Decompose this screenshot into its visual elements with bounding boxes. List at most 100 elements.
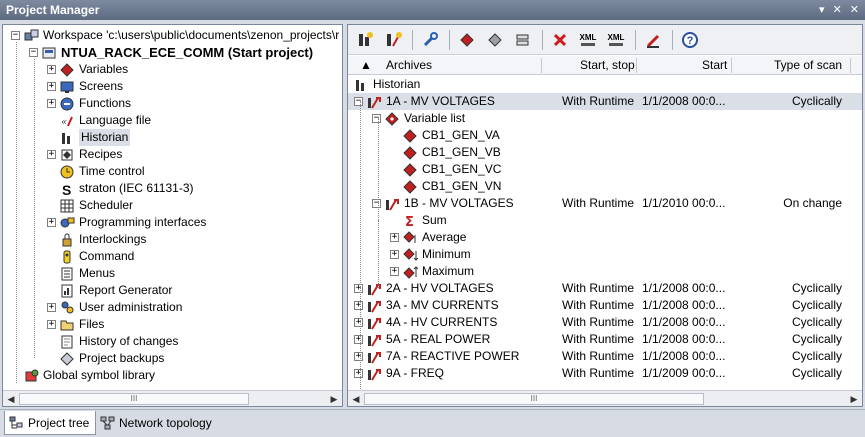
table-row[interactable]: − 1A - MV VOLTAGES With Runtime 1/1/2008 00… xyxy=(348,93,862,110)
tree-item-time-control[interactable]: Time control xyxy=(47,163,145,180)
collapse-toggle[interactable]: − xyxy=(11,31,20,40)
tab-network-topology-label: Network topology xyxy=(119,416,212,430)
tree-item-report-generator[interactable]: Report Generator xyxy=(47,282,172,299)
user-administration-icon xyxy=(60,301,75,315)
expand-toggle[interactable]: + xyxy=(354,301,363,310)
table-row[interactable]: − Variable list xyxy=(348,110,862,127)
archive-name: CB1_GEN_VA xyxy=(422,128,500,142)
xml-export-icon[interactable]: XML xyxy=(577,29,599,51)
expand-toggle[interactable]: + xyxy=(47,218,56,227)
tree-item-functions[interactable]: + Functions xyxy=(47,95,131,112)
table-row[interactable]: − 1B - MV VOLTAGES With Runtime 1/1/2010 00… xyxy=(348,195,862,212)
column-archives[interactable]: Archives xyxy=(386,56,432,75)
expand-toggle[interactable]: + xyxy=(390,267,399,276)
scroll-left-icon[interactable]: ◀ xyxy=(3,391,19,407)
table-row[interactable]: +5A - REAL POWER With Runtime 1/1/2008 00:… xyxy=(348,331,862,348)
scroll-thumb[interactable]: III xyxy=(19,392,249,405)
tree-item-screens[interactable]: + Screens xyxy=(47,78,123,95)
expand-toggle[interactable]: + xyxy=(354,335,363,344)
workspace-node[interactable]: − Workspace 'c:\users\public\documents\z… xyxy=(11,27,339,44)
expand-toggle[interactable]: + xyxy=(354,318,363,327)
collapse-toggle[interactable]: − xyxy=(372,114,381,123)
tree-item-command[interactable]: Command xyxy=(47,248,134,265)
scroll-right-icon[interactable]: ▶ xyxy=(326,391,342,407)
xml-import-icon[interactable]: XML xyxy=(605,29,627,51)
new-archive-icon[interactable] xyxy=(354,29,376,51)
tree-item-straton[interactable]: Sstraton (IEC 61131-3) xyxy=(47,180,194,197)
table-row[interactable]: + Minimum xyxy=(348,246,862,263)
expand-toggle[interactable]: + xyxy=(47,82,56,91)
table-row[interactable]: +2A - HV VOLTAGES With Runtime 1/1/2008 00… xyxy=(348,280,862,297)
tree-item-interlockings[interactable]: Interlockings xyxy=(47,231,146,248)
tab-project-tree[interactable]: Project tree xyxy=(4,411,97,435)
menus-icon xyxy=(60,267,75,281)
expand-toggle[interactable]: + xyxy=(47,320,56,329)
expand-toggle[interactable]: + xyxy=(390,250,399,259)
new-sub-archive-icon[interactable] xyxy=(382,29,404,51)
tree-item-historian[interactable]: Historian xyxy=(47,129,131,146)
table-row[interactable]: + Maximum xyxy=(348,263,862,280)
table-row[interactable]: +9A - FREQ With Runtime 1/1/2009 00:0... Cy… xyxy=(348,365,862,382)
expand-toggle[interactable]: + xyxy=(47,150,56,159)
edit-icon[interactable] xyxy=(642,29,664,51)
expand-toggle[interactable]: + xyxy=(354,352,363,361)
table-row[interactable]: + Average xyxy=(348,229,862,246)
settings-wrench-icon[interactable] xyxy=(419,29,441,51)
expand-toggle[interactable]: + xyxy=(47,65,56,74)
expand-toggle[interactable]: + xyxy=(354,369,363,378)
column-type-of-scan[interactable]: Type of scan xyxy=(774,56,842,75)
collapse-toggle[interactable]: − xyxy=(29,48,38,57)
project-node[interactable]: − NTUA_RACK_ECE_COMM (Start project) xyxy=(29,44,313,61)
expand-toggle[interactable]: + xyxy=(390,233,399,242)
report-generator-icon xyxy=(60,284,75,298)
table-row[interactable]: CB1_GEN_VA xyxy=(348,127,862,144)
tree-item-recipes[interactable]: + Recipes xyxy=(47,146,122,163)
tree-item-files[interactable]: + Files xyxy=(47,316,104,333)
column-start[interactable]: Start xyxy=(702,56,727,75)
scroll-track[interactable]: III xyxy=(19,392,326,405)
table-row[interactable]: CB1_GEN_VC xyxy=(348,161,862,178)
tree-item-programming-interfaces[interactable]: + Programming interfaces xyxy=(47,214,206,231)
historian-root-row[interactable]: Historian xyxy=(348,76,862,93)
type-of-scan-cell: Cyclically xyxy=(791,315,842,329)
tree-item-user-administration[interactable]: + User administration xyxy=(47,299,182,316)
tab-network-topology[interactable]: Network topology xyxy=(96,411,218,435)
dropdown-icon[interactable]: ▾ xyxy=(819,0,825,20)
project-tree-pane: − Workspace 'c:\users\public\documents\z… xyxy=(2,24,343,407)
collapse-toggle[interactable]: − xyxy=(354,97,363,106)
tree-item-project-backups[interactable]: Project backups xyxy=(47,350,164,367)
duplicate-icon[interactable] xyxy=(512,29,534,51)
table-row[interactable]: +7A - REACTIVE POWER With Runtime 1/1/2008… xyxy=(348,348,862,365)
export-icon[interactable] xyxy=(456,29,478,51)
sort-icon[interactable]: ▲ xyxy=(360,56,372,75)
tree-item-language-file[interactable]: « Language file xyxy=(47,112,151,129)
horizontal-scrollbar[interactable]: ◀ III ▶ xyxy=(3,390,342,406)
tree-item-menus[interactable]: Menus xyxy=(47,265,115,282)
table-row[interactable]: CB1_GEN_VB xyxy=(348,144,862,161)
archive-icon xyxy=(367,95,382,109)
column-start-stop[interactable]: Start, stop xyxy=(580,56,635,75)
expand-toggle[interactable]: + xyxy=(47,99,56,108)
expand-toggle[interactable]: + xyxy=(47,303,56,312)
collapse-toggle[interactable]: − xyxy=(372,199,381,208)
help-icon[interactable]: ? xyxy=(679,29,701,51)
table-row[interactable]: +3A - MV CURRENTS With Runtime 1/1/2008 00… xyxy=(348,297,862,314)
grid-horizontal-scrollbar[interactable]: ◀ III ▶ xyxy=(348,390,862,406)
table-row[interactable]: CB1_GEN_VN xyxy=(348,178,862,195)
global-symbol-library-node[interactable]: Global symbol library xyxy=(11,367,155,384)
delete-icon[interactable] xyxy=(549,29,571,51)
scroll-right-icon[interactable]: ▶ xyxy=(846,391,862,407)
table-row[interactable]: Σ Sum xyxy=(348,212,862,229)
close-icon[interactable]: ✕ xyxy=(850,0,859,20)
tree-item-variables[interactable]: + Variables xyxy=(47,61,128,78)
tree-item-history-of-changes[interactable]: History of changes xyxy=(47,333,178,350)
table-row[interactable]: +4A - HV CURRENTS With Runtime 1/1/2008 00… xyxy=(348,314,862,331)
tree-item-scheduler[interactable]: Scheduler xyxy=(47,197,133,214)
start-cell: 1/1/2008 00:0... xyxy=(642,315,726,329)
expand-toggle[interactable]: + xyxy=(354,284,363,293)
scroll-left-icon[interactable]: ◀ xyxy=(348,391,364,407)
scroll-track[interactable]: III xyxy=(364,392,846,405)
scroll-thumb[interactable]: III xyxy=(364,392,704,405)
import-icon[interactable] xyxy=(484,29,506,51)
pin-icon[interactable]: ✕ xyxy=(833,0,842,20)
